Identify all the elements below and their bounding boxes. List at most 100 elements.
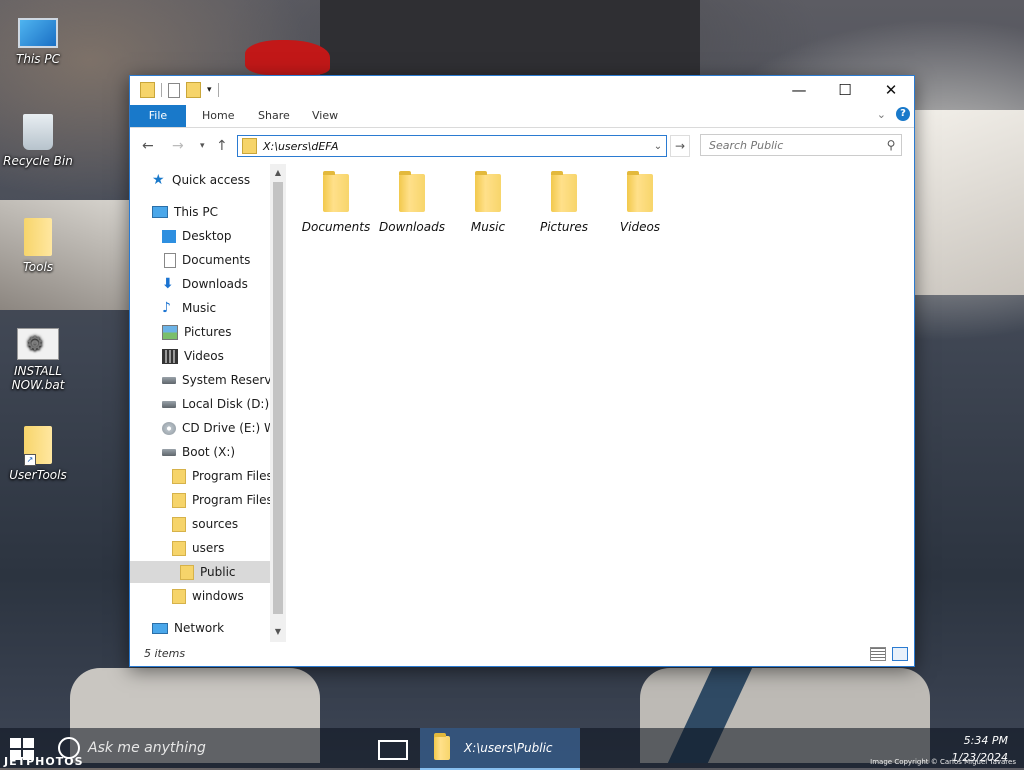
folder-label: Videos (619, 220, 661, 234)
nav-item-label: System Reserved (182, 373, 270, 387)
nav-item-sources[interactable]: sources (172, 513, 238, 535)
folder-label: Music (470, 220, 506, 234)
computer-icon (18, 18, 58, 48)
explorer-body: ★ Quick access This PC Desktop Documents… (130, 164, 914, 642)
desktop-icon-tools[interactable]: Tools (2, 218, 74, 274)
search-input[interactable] (701, 137, 881, 153)
folder-icon (551, 171, 577, 212)
nav-item-users[interactable]: users (172, 537, 224, 559)
file-explorer-window: ▾ — ☐ ✕ File Home Share View ⌄ ? ← → ▾ ↑… (129, 75, 915, 667)
title-bar[interactable]: ▾ — ☐ ✕ (130, 76, 914, 105)
task-view-icon[interactable] (378, 740, 408, 760)
view-toggle (870, 647, 908, 661)
tab-share[interactable]: Share (248, 105, 300, 127)
folder-icon (24, 218, 52, 256)
address-text[interactable]: X:\users\dEFA (263, 140, 650, 153)
nav-item-desktop[interactable]: Desktop (162, 225, 232, 247)
nav-item-cd-drive-e[interactable]: CD Drive (E:) Wi (162, 417, 270, 439)
desktop-icon-label: This PC (16, 52, 60, 66)
status-bar: 5 items (130, 642, 914, 666)
nav-item-windows[interactable]: windows (172, 585, 244, 607)
help-icon[interactable]: ? (896, 107, 910, 121)
nav-item-program-files[interactable]: Program Files (172, 465, 270, 487)
ribbon-right-controls: ⌄ ? (877, 107, 910, 121)
scroll-up-icon[interactable]: ▲ (270, 168, 286, 177)
taskbar-search-box[interactable]: Ask me anything (88, 740, 206, 756)
large-icons-view-icon[interactable] (892, 647, 908, 661)
nav-item-pictures[interactable]: Pictures (162, 321, 232, 343)
properties-icon[interactable] (168, 82, 180, 98)
desktop-icon-usertools[interactable]: ↗ UserTools (2, 426, 74, 482)
scroll-down-icon[interactable]: ▼ (270, 627, 286, 636)
tab-view[interactable]: View (302, 105, 348, 127)
up-arrow-icon[interactable]: ↑ (216, 138, 228, 154)
nav-item-downloads[interactable]: ⬇ Downloads (162, 273, 248, 295)
desktop-icon-label: Recycle Bin (3, 154, 73, 168)
details-view-icon[interactable] (870, 647, 886, 661)
minimize-button[interactable]: — (776, 76, 822, 105)
nav-item-system-reserved[interactable]: System Reserved (162, 369, 270, 391)
nav-item-public[interactable]: Public (130, 561, 270, 583)
desktop-icon-label: Tools (22, 260, 54, 274)
recent-locations-icon[interactable]: ▾ (200, 141, 205, 151)
quick-access-toolbar: ▾ (140, 82, 219, 98)
nav-item-program-files-x86[interactable]: Program Files ( (172, 489, 270, 511)
nav-item-label: users (192, 541, 225, 555)
folder-item-music[interactable]: Music (452, 171, 524, 234)
address-bar[interactable]: X:\users\dEFA ⌄ (237, 135, 667, 157)
nav-item-quick-access[interactable]: ★ Quick access (152, 169, 250, 191)
nav-item-label: Boot (X:) (182, 445, 236, 459)
nav-item-label: windows (192, 589, 244, 603)
nav-item-videos[interactable]: Videos (162, 345, 224, 367)
folder-item-downloads[interactable]: Downloads (376, 171, 448, 234)
nav-item-label: Network (174, 621, 225, 635)
tab-home[interactable]: Home (192, 105, 244, 127)
chevron-down-icon[interactable]: ⌄ (650, 141, 666, 152)
nav-item-local-disk-d[interactable]: Local Disk (D:) (162, 393, 269, 415)
nav-item-label: Desktop (182, 229, 232, 243)
navigation-bar: ← → ▾ ↑ X:\users\dEFA ⌄ → ⚲ (130, 128, 914, 164)
search-box[interactable]: ⚲ (700, 134, 902, 156)
folder-icon (140, 82, 155, 98)
folder-item-documents[interactable]: Documents (300, 171, 372, 234)
navigation-scrollbar[interactable]: ▲ ▼ (270, 164, 286, 642)
file-list: Documents Downloads Music Pictures Video… (300, 164, 914, 642)
forward-arrow-icon[interactable]: → (172, 138, 184, 154)
taskbar-app-file-explorer[interactable]: X:\users\Public (420, 728, 580, 770)
desktop-icon-label: INSTALL NOW.bat (11, 364, 65, 392)
download-arrow-icon: ⬇ (162, 275, 174, 292)
go-arrow-icon[interactable]: → (670, 135, 690, 157)
nav-item-boot-x[interactable]: Boot (X:) (162, 441, 235, 463)
folder-item-videos[interactable]: Videos (604, 171, 676, 234)
desktop-icon-this-pc[interactable]: This PC (2, 12, 74, 66)
scrollbar-thumb[interactable] (273, 182, 283, 614)
desktop-icon-label: UserTools (9, 468, 67, 482)
nav-item-music[interactable]: ♪ Music (162, 297, 216, 319)
desktop-icon-recycle-bin[interactable]: Recycle Bin (2, 114, 74, 168)
desktop-icon-install-now[interactable]: INSTALL NOW.bat (2, 324, 74, 392)
folder-item-pictures[interactable]: Pictures (528, 171, 600, 234)
folder-icon (172, 540, 186, 556)
folder-icon (242, 138, 257, 154)
new-folder-icon[interactable] (186, 82, 201, 98)
cd-drive-icon (162, 421, 176, 435)
tab-file[interactable]: File (130, 105, 186, 127)
expand-ribbon-icon[interactable]: ⌄ (877, 108, 886, 121)
nav-item-label: Videos (184, 349, 224, 363)
ribbon-tabs: File Home Share View ⌄ ? (130, 105, 914, 127)
folder-icon (323, 171, 349, 212)
folder-icon (172, 588, 186, 604)
maximize-button[interactable]: ☐ (822, 76, 868, 105)
film-icon (162, 348, 178, 364)
back-arrow-icon[interactable]: ← (142, 138, 154, 154)
customize-toolbar-icon[interactable]: ▾ (207, 85, 212, 95)
folder-icon (399, 171, 425, 212)
nav-item-documents[interactable]: Documents (164, 249, 250, 271)
nav-item-label: sources (192, 517, 239, 531)
nav-item-network[interactable]: Network (152, 617, 224, 639)
search-icon[interactable]: ⚲ (881, 138, 901, 152)
close-button[interactable]: ✕ (868, 76, 914, 105)
shortcut-arrow-icon: ↗ (24, 454, 36, 466)
nav-item-this-pc[interactable]: This PC (152, 201, 218, 223)
pictures-icon (162, 324, 178, 340)
